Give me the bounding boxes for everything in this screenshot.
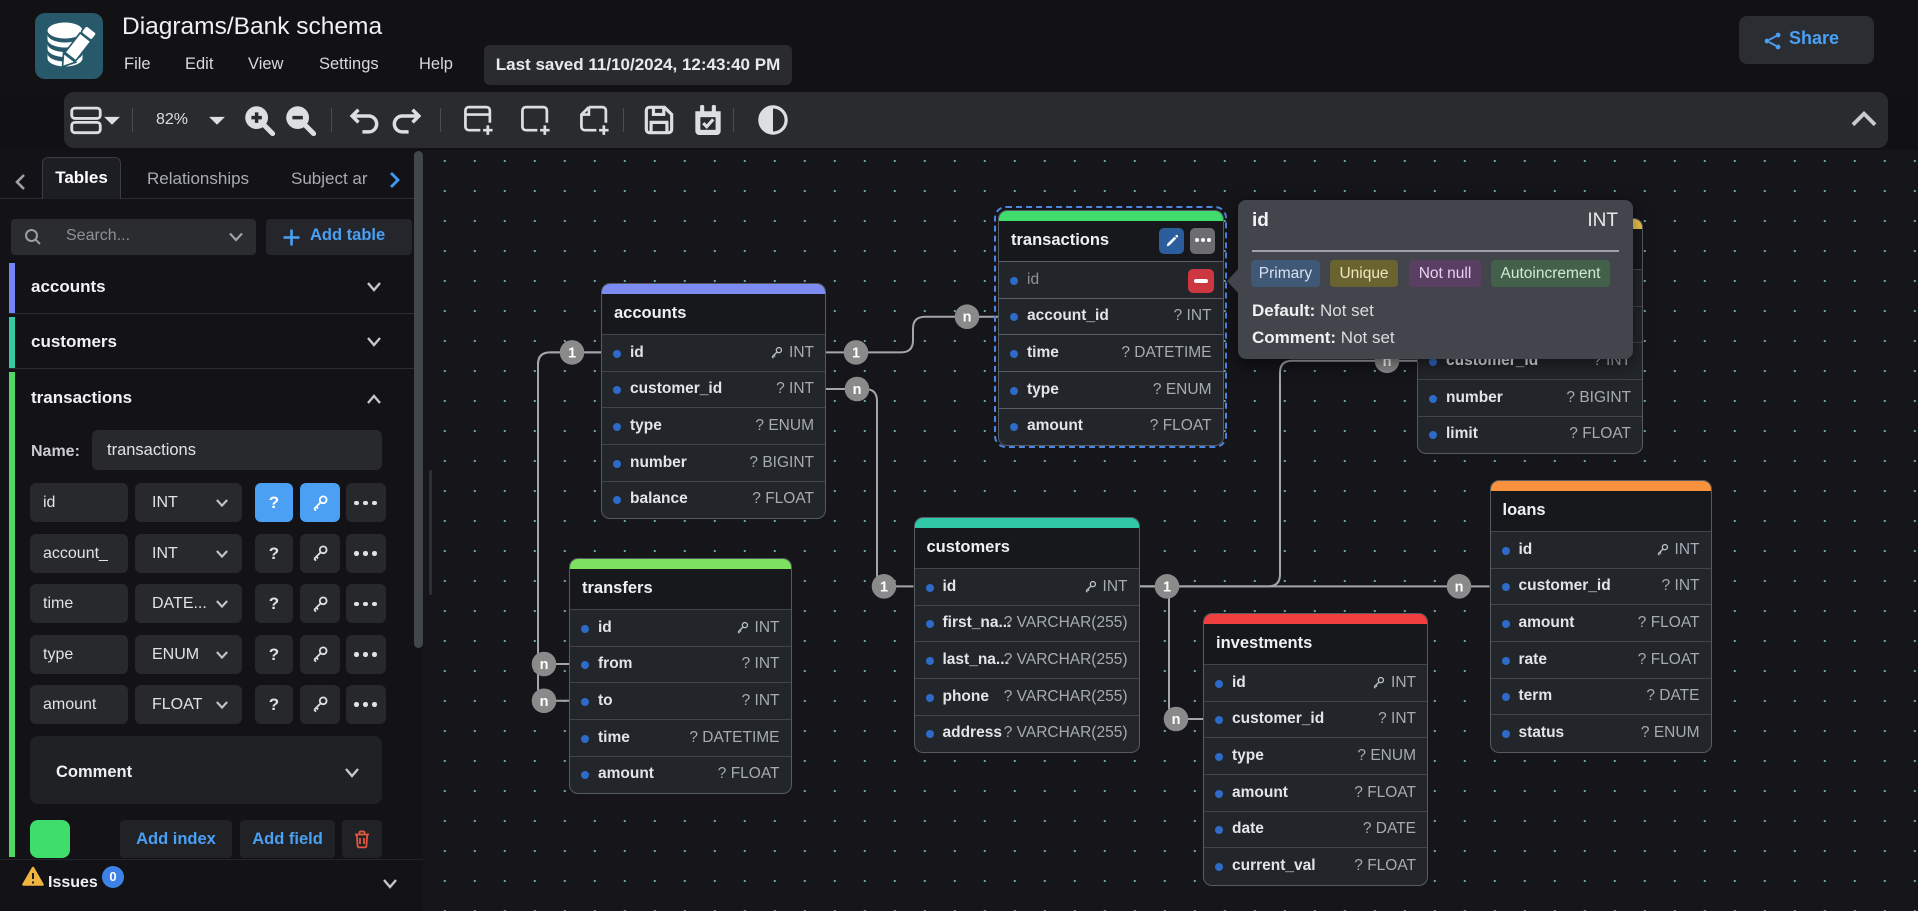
svg-text:n: n <box>540 657 549 673</box>
svg-text:1: 1 <box>1163 579 1171 595</box>
svg-text:1: 1 <box>880 579 888 595</box>
svg-text:n: n <box>963 310 972 326</box>
svg-text:1: 1 <box>568 345 576 361</box>
svg-text:n: n <box>853 382 862 398</box>
svg-text:n: n <box>540 694 549 710</box>
svg-text:n: n <box>1172 712 1181 728</box>
svg-text:1: 1 <box>852 345 860 361</box>
svg-text:n: n <box>1455 579 1464 595</box>
